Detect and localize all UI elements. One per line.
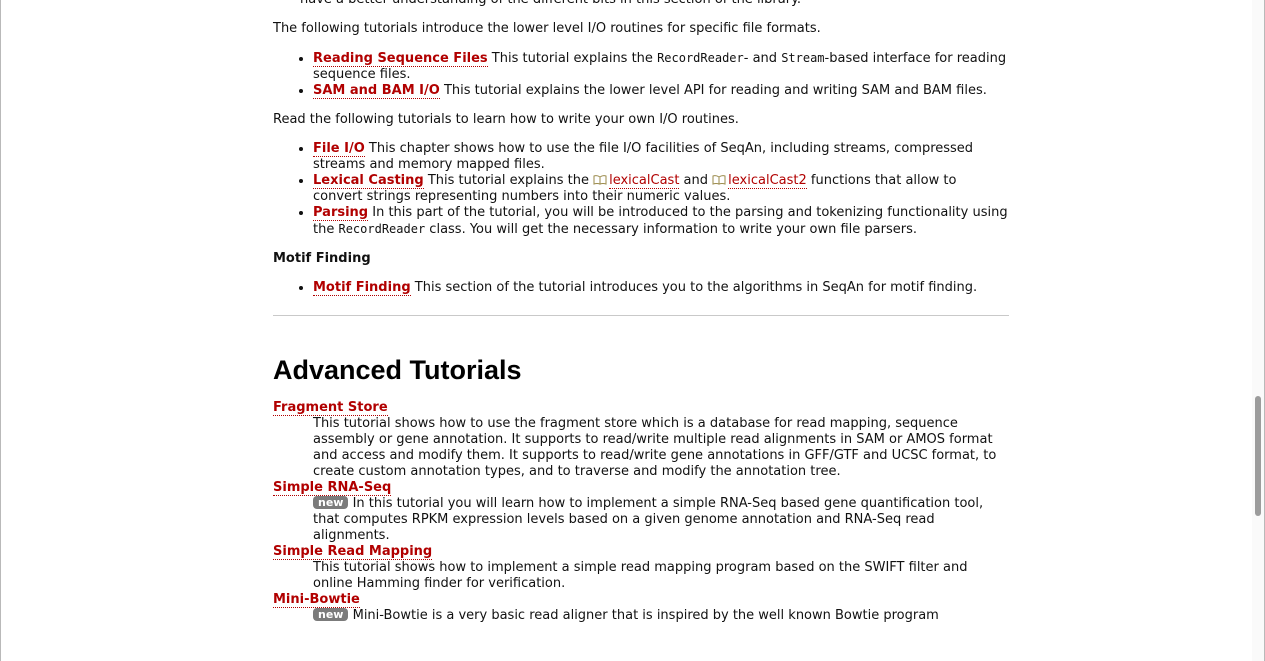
code-recordreader: RecordReader: [657, 51, 744, 65]
definition-term: Mini-Bowtie: [273, 592, 1009, 608]
advanced-tutorials-heading: Advanced Tutorials: [273, 355, 522, 385]
list-item-text: This chapter shows how to use the file I…: [313, 141, 974, 172]
file-io-link[interactable]: File I/O: [313, 141, 365, 157]
code-recordreader: RecordReader: [338, 222, 426, 236]
definition-term: Simple Read Mapping: [273, 544, 1009, 560]
new-badge: new: [313, 496, 349, 509]
definition-text: In this tutorial you will learn how to i…: [313, 496, 984, 543]
intro-paragraph: have a better understanding of the diffe…: [273, 0, 1009, 8]
motif-finding-link[interactable]: Motif Finding: [313, 280, 411, 296]
lexical-casting-link[interactable]: Lexical Casting: [313, 173, 424, 189]
own-io-list: File I/O This chapter shows how to use t…: [273, 141, 1009, 238]
definition-text: This tutorial shows how to implement a s…: [313, 560, 968, 591]
low-level-list: Reading Sequence Files This tutorial exp…: [273, 50, 1009, 99]
fragment-store-link[interactable]: Fragment Store: [273, 400, 388, 416]
advanced-tutorials-list: Fragment Store This tutorial shows how t…: [273, 400, 1009, 624]
vertical-scrollbar[interactable]: [1252, 0, 1264, 661]
definition-description: new In this tutorial you will learn how …: [313, 496, 1009, 544]
list-item-text: This section of the tutorial introduces …: [410, 280, 978, 295]
own-io-intro: Read the following tutorials to learn ho…: [273, 112, 739, 127]
definition-description: new Mini-Bowtie is a very basic read ali…: [313, 608, 1009, 624]
main-content: have a better understanding of the diffe…: [273, 0, 1009, 624]
list-item-text: This tutorial explains the: [423, 173, 594, 188]
sam-bam-io-link[interactable]: SAM and BAM I/O: [313, 83, 440, 99]
simple-read-mapping-link[interactable]: Simple Read Mapping: [273, 544, 433, 560]
list-item-text: class. You will get the necessary inform…: [425, 222, 917, 237]
list-item-text: - and: [743, 51, 782, 66]
scrollbar-thumb[interactable]: [1255, 396, 1261, 516]
lexicalcast2-link[interactable]: lexicalCast2: [728, 173, 807, 189]
low-level-intro: The following tutorials introduce the lo…: [273, 21, 821, 36]
list-item: Reading Sequence Files This tutorial exp…: [313, 50, 1009, 83]
section-divider: [273, 315, 1009, 316]
list-item: File I/O This chapter shows how to use t…: [313, 141, 1009, 173]
code-stream: Stream: [781, 51, 825, 65]
list-item: SAM and BAM I/O This tutorial explains t…: [313, 83, 1009, 99]
definition-text: Mini-Bowtie is a very basic read aligner…: [348, 608, 939, 623]
list-item-text: and: [679, 173, 713, 188]
definition-term: Simple RNA-Seq: [273, 480, 1009, 496]
window-border-left: [0, 0, 1, 661]
parsing-link[interactable]: Parsing: [313, 205, 369, 221]
new-badge: new: [313, 608, 349, 621]
definition-text: This tutorial shows how to use the fragm…: [313, 416, 997, 479]
book-icon: [712, 175, 726, 185]
motif-finding-heading: Motif Finding: [273, 251, 371, 266]
definition-term: Fragment Store: [273, 400, 1009, 416]
book-icon: [593, 175, 607, 185]
list-item: Parsing In this part of the tutorial, yo…: [313, 205, 1009, 238]
list-item-text: This tutorial explains the lower level A…: [439, 83, 987, 98]
simple-rna-seq-link[interactable]: Simple RNA-Seq: [273, 480, 392, 496]
mini-bowtie-link[interactable]: Mini-Bowtie: [273, 592, 360, 608]
list-item-text: This tutorial explains the: [487, 51, 658, 66]
lexicalcast-link[interactable]: lexicalCast: [609, 173, 680, 189]
list-item: Lexical Casting This tutorial explains t…: [313, 173, 1009, 205]
reading-sequence-files-link[interactable]: Reading Sequence Files: [313, 51, 488, 67]
motif-list: Motif Finding This section of the tutori…: [273, 280, 1009, 296]
list-item: Motif Finding This section of the tutori…: [313, 280, 1009, 296]
